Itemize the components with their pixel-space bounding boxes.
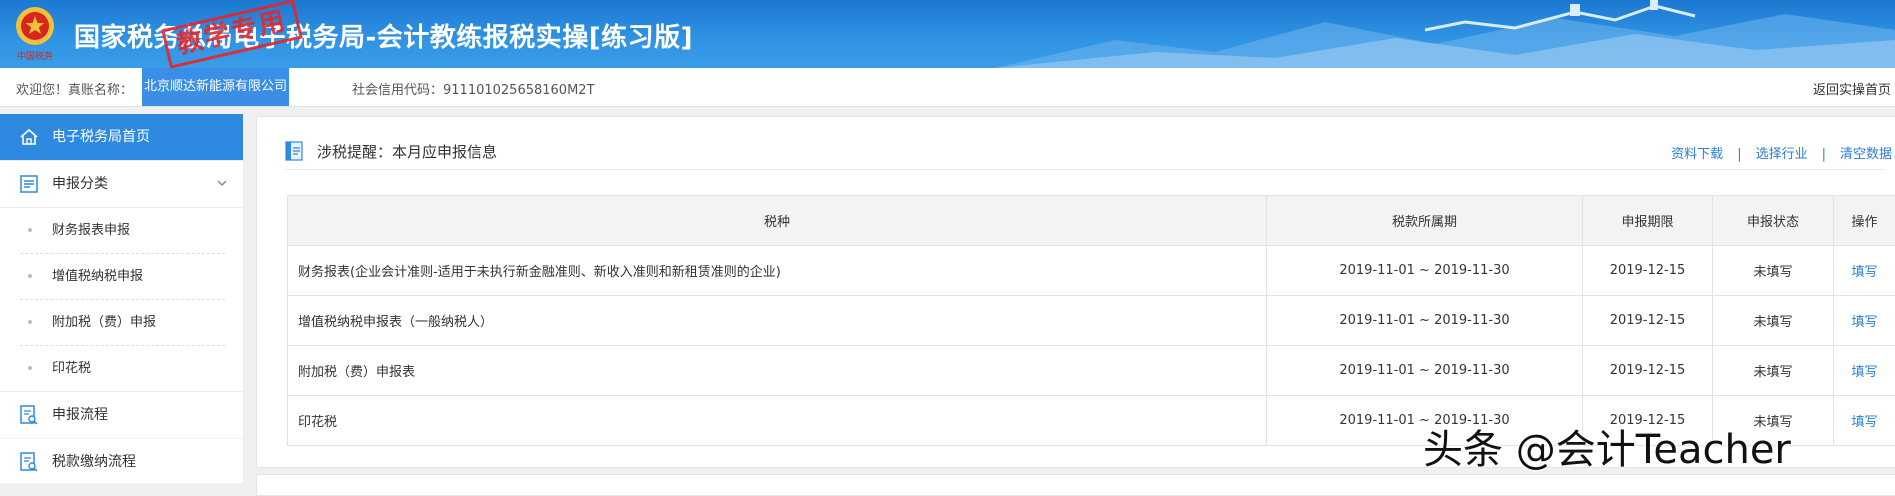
company-name: 北京顺达新能源有限公司	[142, 68, 289, 106]
bullet-icon	[28, 228, 32, 232]
tax-type-cell: 财务报表(企业会计准则-适用于未执行新金融准则、新收入准则和新租赁准则的企业)	[288, 246, 1267, 296]
column-header: 税种	[288, 196, 1267, 246]
sidebar-item-label: 电子税务局首页	[52, 129, 150, 145]
secondary-panel	[256, 474, 1895, 496]
document-search-icon	[18, 451, 40, 473]
credit-value: 911101025658160M2T	[443, 83, 595, 98]
svg-text:中国税务: 中国税务	[17, 50, 53, 62]
period-cell: 2019-11-01 ~ 2019-11-30	[1267, 246, 1583, 296]
sidebar-item-payment[interactable]: 税款缴纳流程	[0, 439, 243, 486]
tax-type-cell: 增值税纳税申报表（一般纳税人）	[288, 296, 1267, 346]
great-wall-scenery	[995, 0, 1895, 68]
table-row: 附加税（费）申报表 2019-11-01 ~ 2019-11-30 2019-1…	[288, 346, 1895, 396]
deadline-cell: 2019-12-15	[1583, 296, 1713, 346]
sidebar: 电子税务局首页 申报分类 财务报表申报 增值税纳税申报 附加税（费）申报 印花税	[0, 114, 243, 483]
sidebar-subitem-label: 财务报表申报	[52, 223, 130, 238]
panel-heading: 涉税提醒：本月应申报信息	[285, 141, 497, 162]
status-cell: 未填写	[1713, 346, 1834, 396]
credit-label: 社会信用代码：	[352, 83, 443, 98]
declare-category-icon	[18, 173, 40, 195]
tax-emblem-icon: 中国税务	[10, 4, 60, 62]
teaching-stamp: 教学专用	[161, 0, 303, 68]
bullet-icon	[28, 274, 32, 278]
sidebar-item-label: 申报流程	[52, 407, 108, 423]
tax-type-cell: 印花税	[288, 396, 1267, 446]
download-materials-link[interactable]: 资料下载	[1671, 147, 1723, 162]
sidebar-subitem-label: 印花税	[52, 361, 91, 376]
back-to-home-link[interactable]: 返回实操首页	[1813, 79, 1891, 98]
sidebar-subitem-label: 附加税（费）申报	[52, 315, 156, 330]
sidebar-subitem-financial-report[interactable]: 财务报表申报	[20, 208, 225, 254]
column-header: 申报期限	[1583, 196, 1713, 246]
column-header: 税款所属期	[1267, 196, 1583, 246]
bullet-icon	[28, 320, 32, 324]
document-icon	[285, 141, 303, 161]
status-cell: 未填写	[1713, 246, 1834, 296]
table-header-row: 税种 税款所属期 申报期限 申报状态 操作	[288, 196, 1895, 246]
sidebar-subitem-stamp-duty[interactable]: 印花税	[20, 346, 225, 391]
sidebar-item-label: 税款缴纳流程	[52, 454, 136, 470]
fill-in-link[interactable]: 填写	[1834, 396, 1895, 446]
sidebar-item-label: 申报分类	[52, 176, 108, 192]
panel-title: 涉税提醒：本月应申报信息	[317, 143, 497, 161]
link-separator: |	[1737, 147, 1741, 162]
clear-data-link[interactable]: 清空数据	[1840, 147, 1892, 162]
divider	[285, 169, 1885, 170]
deadline-cell: 2019-12-15	[1583, 246, 1713, 296]
sidebar-item-category[interactable]: 申报分类	[0, 161, 243, 208]
table-row: 增值税纳税申报表（一般纳税人） 2019-11-01 ~ 2019-11-30 …	[288, 296, 1895, 346]
fill-in-link[interactable]: 填写	[1834, 346, 1895, 396]
status-cell: 未填写	[1713, 296, 1834, 346]
welcome-text: 欢迎您！真账名称：	[16, 79, 133, 98]
period-cell: 2019-11-01 ~ 2019-11-30	[1267, 346, 1583, 396]
table-row: 财务报表(企业会计准则-适用于未执行新金融准则、新收入准则和新租赁准则的企业) …	[288, 246, 1895, 296]
chevron-down-icon	[217, 178, 227, 188]
declaration-table: 税种 税款所属期 申报期限 申报状态 操作 财务报表(企业会计准则-适用于未执行…	[287, 195, 1895, 446]
sidebar-item-flow[interactable]: 申报流程	[0, 391, 243, 439]
panel-links: 资料下载 | 选择行业 | 清空数据	[1671, 143, 1892, 162]
fill-in-link[interactable]: 填写	[1834, 246, 1895, 296]
tax-reminder-panel: 涉税提醒：本月应申报信息 资料下载 | 选择行业 | 清空数据 税种 税款所属期 申报期…	[256, 116, 1895, 468]
select-industry-link[interactable]: 选择行业	[1756, 147, 1808, 162]
tax-type-cell: 附加税（费）申报表	[288, 346, 1267, 396]
sidebar-subitem-label: 增值税纳税申报	[52, 269, 143, 284]
sidebar-item-home[interactable]: 电子税务局首页	[0, 114, 243, 161]
sidebar-subitem-surtax[interactable]: 附加税（费）申报	[20, 300, 225, 346]
header-banner: 中国税务 国家税务总局电子税务局-会计教练报税实操[练习版] 教学专用	[0, 0, 1895, 68]
period-cell: 2019-11-01 ~ 2019-11-30	[1267, 296, 1583, 346]
column-header: 申报状态	[1713, 196, 1834, 246]
watermark-text: 头条 @会计Teacher	[1423, 417, 1791, 475]
sidebar-subitem-vat[interactable]: 增值税纳税申报	[20, 254, 225, 300]
account-info-bar: 欢迎您！真账名称： 北京顺达新能源有限公司 社会信用代码：91110102565…	[0, 68, 1895, 107]
column-header: 操作	[1834, 196, 1895, 246]
bullet-icon	[28, 366, 32, 370]
deadline-cell: 2019-12-15	[1583, 346, 1713, 396]
fill-in-link[interactable]: 填写	[1834, 296, 1895, 346]
link-separator: |	[1822, 147, 1826, 162]
credit-code: 社会信用代码：911101025658160M2T	[352, 79, 595, 98]
document-search-icon	[18, 404, 40, 426]
home-icon	[18, 126, 40, 148]
